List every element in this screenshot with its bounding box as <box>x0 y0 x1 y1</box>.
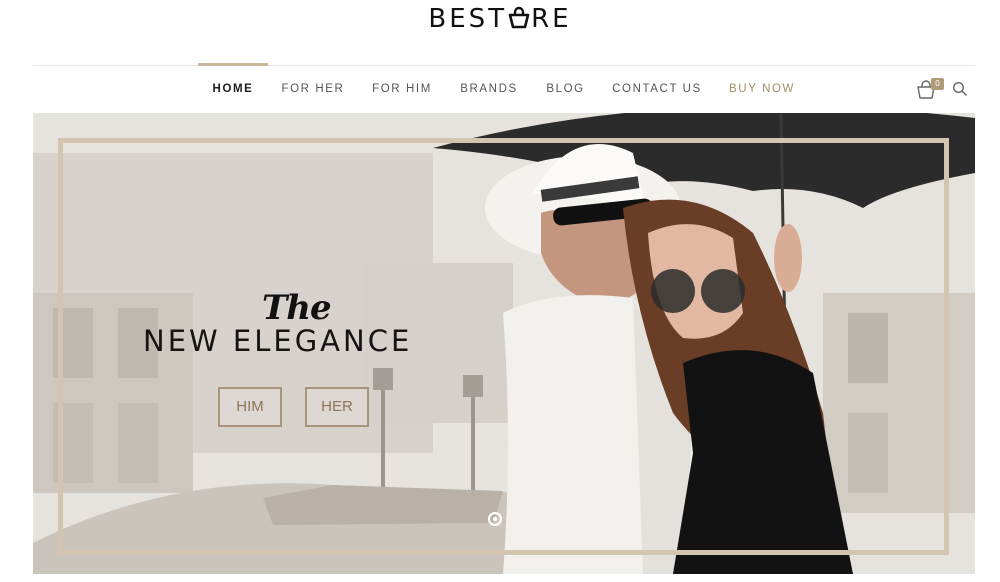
shop-him-button[interactable]: HIM <box>218 387 282 427</box>
hero-headline: NEW ELEGANCE <box>143 324 413 358</box>
logo-text-suffix: RE <box>531 4 572 34</box>
nav-brands[interactable]: BRANDS <box>457 66 521 112</box>
nav-blog[interactable]: BLOG <box>543 66 588 112</box>
logo-bag-icon <box>508 6 530 29</box>
nav-for-him[interactable]: FOR HIM <box>369 66 435 112</box>
logo-text-prefix: BEST <box>428 4 508 34</box>
cart-count-badge: 0 <box>931 78 944 90</box>
search-icon[interactable] <box>952 81 968 97</box>
nav-contact-us[interactable]: CONTACT US <box>610 66 704 112</box>
nav-home[interactable]: HOME <box>198 63 268 112</box>
hero-script-text: The <box>262 288 332 328</box>
main-nav: HOME FOR HER FOR HIM BRANDS BLOG CONTACT… <box>0 63 1000 112</box>
nav-buy-now[interactable]: BUY NOW <box>725 66 799 112</box>
shop-her-button[interactable]: HER <box>305 387 369 427</box>
slide-dot[interactable] <box>488 512 502 526</box>
nav-for-her[interactable]: FOR HER <box>280 66 346 112</box>
site-logo[interactable]: BEST RE <box>0 4 1000 34</box>
